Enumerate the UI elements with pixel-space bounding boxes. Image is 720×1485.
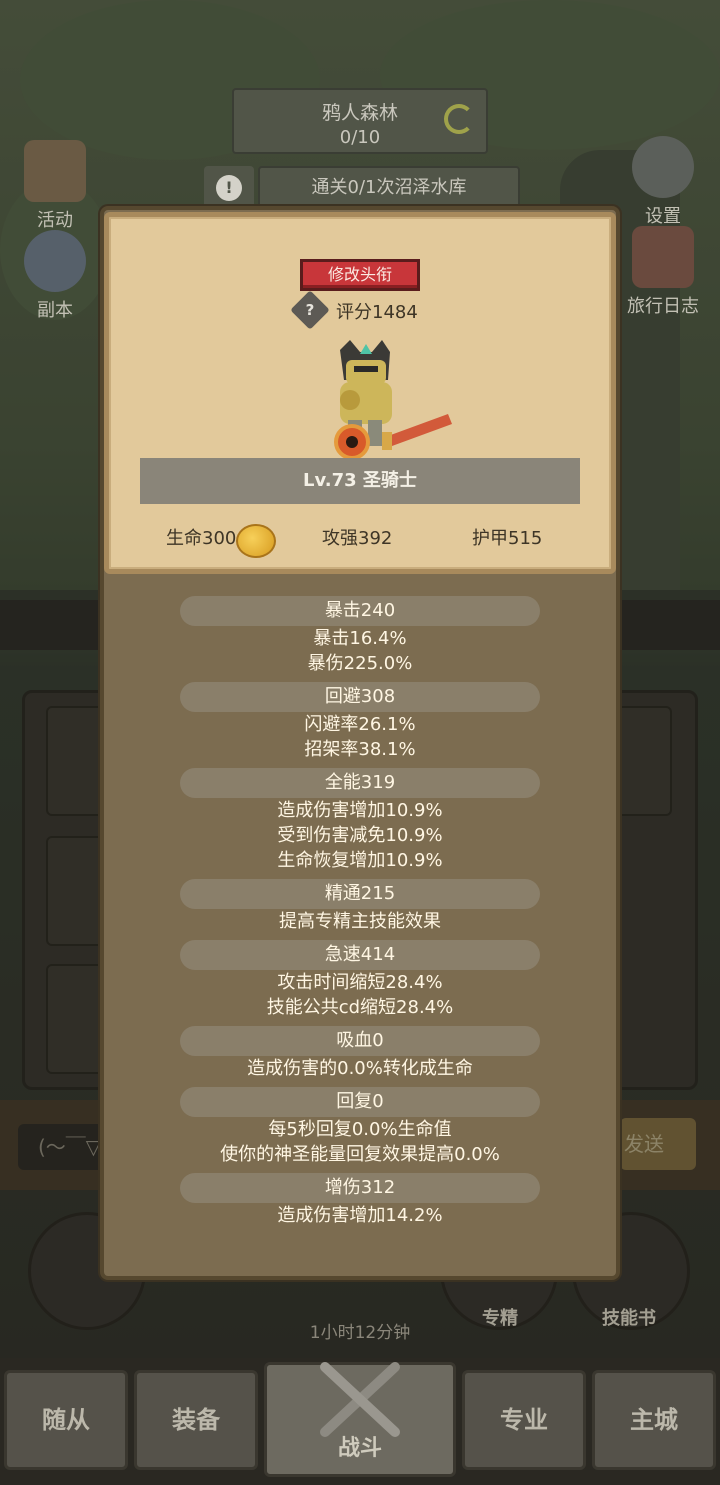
- tab-equipment[interactable]: 装备: [134, 1370, 258, 1470]
- stat-details-list: 暴击240 暴击16.4% 暴伤225.0% 回避308 闪避率26.1% 招架率38.1…: [106, 590, 614, 1228]
- tab-main-city[interactable]: 主城: [592, 1370, 716, 1470]
- events-button[interactable]: 活动: [10, 140, 100, 232]
- portal-icon: [24, 230, 86, 292]
- attack-power-stat: 攻强392: [322, 528, 393, 549]
- stat-section-header: 增伤312: [180, 1173, 540, 1203]
- stat-detail-line: 技能公共cd缩短28.4%: [266, 997, 454, 1018]
- edit-title-button[interactable]: 修改头衔: [300, 259, 420, 291]
- travel-log-button[interactable]: 旅行日志: [618, 226, 708, 318]
- coin-icon: [236, 524, 276, 558]
- gear-score: 评分1484: [336, 302, 418, 323]
- tab-battle-label: 战斗: [337, 1436, 382, 1461]
- gear-icon: [632, 136, 694, 198]
- quest-banner[interactable]: 通关0/1次沼泽水库: [258, 166, 520, 210]
- stat-detail-line: 造成伤害的0.0%转化成生命: [247, 1058, 473, 1079]
- stat-detail-line: 每5秒回复0.0%生命值: [268, 1119, 452, 1140]
- help-glyph: ?: [305, 301, 315, 319]
- stat-detail-line: 造成伤害增加10.9%: [277, 800, 443, 821]
- skill-book-label: 技能书: [602, 1308, 656, 1329]
- dungeon-label: 副本: [37, 300, 73, 321]
- idle-timer: 1小时12分钟: [309, 1323, 411, 1343]
- stat-detail-line: 提高专精主技能效果: [279, 911, 441, 932]
- tab-followers[interactable]: 随从: [4, 1370, 128, 1470]
- stat-detail-line: 使你的神圣能量回复效果提高0.0%: [220, 1144, 500, 1165]
- book-icon: [632, 226, 694, 288]
- stat-section-header: 回避308: [180, 682, 540, 712]
- settings-button[interactable]: 设置: [618, 136, 708, 228]
- gift-icon: [24, 140, 86, 202]
- stat-detail-line: 闪避率26.1%: [304, 714, 416, 735]
- stat-section-header: 急速414: [180, 940, 540, 970]
- help-icon[interactable]: ?: [290, 290, 330, 330]
- tab-profession[interactable]: 专业: [462, 1370, 586, 1470]
- paladin-character-sprite: [334, 340, 452, 460]
- quest-warning[interactable]: !: [204, 166, 254, 210]
- stat-detail-line: 造成伤害增加14.2%: [277, 1205, 443, 1226]
- stat-section-header: 暴击240: [180, 596, 540, 626]
- stat-section-header: 精通215: [180, 879, 540, 909]
- hp-stat: 生命300: [166, 528, 237, 549]
- class-level-bar: Lv.73 圣骑士: [140, 458, 580, 504]
- stat-section-header: 回复0: [180, 1087, 540, 1117]
- stat-detail-line: 暴击16.4%: [313, 628, 407, 649]
- stat-detail-line: 攻击时间缩短28.4%: [277, 972, 443, 993]
- events-label: 活动: [37, 210, 73, 231]
- refresh-icon[interactable]: [444, 104, 474, 134]
- stat-section-header: 全能319: [180, 768, 540, 798]
- specialty-label: 专精: [482, 1308, 518, 1329]
- armor-stat: 护甲515: [472, 528, 543, 549]
- stat-detail-line: 招架率38.1%: [304, 739, 416, 760]
- dungeon-button[interactable]: 副本: [10, 230, 100, 322]
- settings-label: 设置: [645, 206, 681, 227]
- travel-log-label: 旅行日志: [627, 296, 699, 317]
- stat-detail-line: 受到伤害减免10.9%: [277, 825, 443, 846]
- stat-detail-line: 生命恢复增加10.9%: [277, 850, 443, 871]
- stat-detail-line: 暴伤225.0%: [307, 653, 413, 674]
- stat-section-header: 吸血0: [180, 1026, 540, 1056]
- warning-icon: !: [216, 175, 242, 201]
